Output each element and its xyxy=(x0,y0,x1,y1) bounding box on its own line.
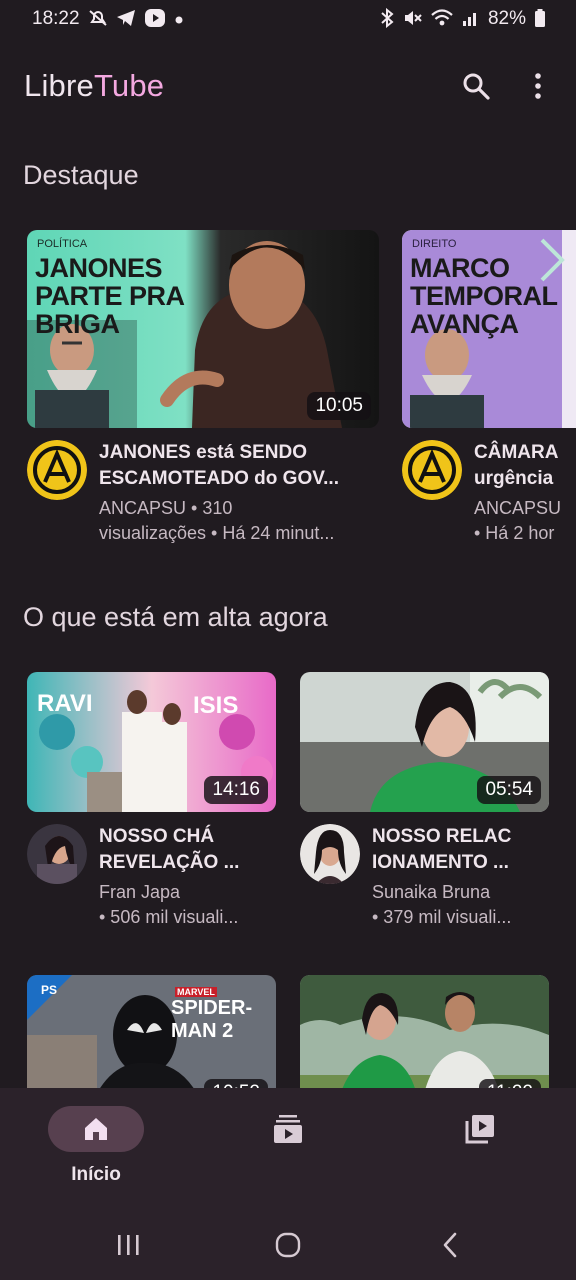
battery-icon xyxy=(534,8,546,31)
video-details: visualizações • Há 24 minut... xyxy=(99,523,335,543)
channel-name: Sunaika Bruna xyxy=(372,882,491,902)
video-duration: 10:52 xyxy=(204,1079,268,1088)
recents-button[interactable] xyxy=(108,1228,148,1262)
more-vert-icon xyxy=(535,73,541,99)
thumbnail-line-3: BRIGA xyxy=(35,309,120,339)
channel-avatar[interactable] xyxy=(27,440,87,500)
telegram-icon xyxy=(116,9,136,30)
thumbnail-line-3: AVANÇA xyxy=(410,309,519,339)
brand-libre: Libre xyxy=(24,68,94,103)
thumbnail-small-label: MARVEL xyxy=(175,987,217,997)
video-title[interactable]: NOSSO CHÁ REVELAÇÃO ... xyxy=(99,824,276,876)
nav-home[interactable]: Início xyxy=(41,1106,151,1196)
video-details: • 506 mil visuali... xyxy=(99,907,239,927)
video-title[interactable]: JANONES está SENDO ESCAMOTEADO do GOV... xyxy=(99,440,369,492)
app-bar: LibreTube xyxy=(0,56,576,116)
app-logo: LibreTube xyxy=(24,68,164,104)
dot-icon xyxy=(174,11,184,28)
playstation-icon: PS xyxy=(41,983,58,997)
vibrate-off-icon xyxy=(402,8,422,31)
back-icon xyxy=(443,1232,457,1258)
channel-name: Fran Japa xyxy=(99,882,181,902)
video-thumbnail[interactable]: DIREITO MARCO TEMPORAL AVANÇA xyxy=(402,230,576,428)
featured-section-title: Destaque xyxy=(23,160,139,190)
channel-name: ANCAPSU • 310 xyxy=(99,498,233,518)
thumbnail-headline: MARCO TEMPORAL AVANÇA xyxy=(410,254,558,338)
battery-percent: 82% xyxy=(487,8,526,29)
mute-icon xyxy=(88,9,108,30)
search-button[interactable] xyxy=(460,70,492,102)
signal-icon xyxy=(462,9,480,30)
nav-library[interactable] xyxy=(425,1106,535,1196)
nav-subscriptions[interactable] xyxy=(233,1106,343,1196)
home-icon xyxy=(85,1118,107,1140)
video-duration: 14:16 xyxy=(204,776,268,804)
video-thumbnail[interactable]: POLÍTICA JANONES PARTE PRA BRIGA 10:05 xyxy=(27,230,379,428)
video-thumbnail[interactable]: 05:54 xyxy=(300,672,549,812)
thumbnail-label-left: RAVI xyxy=(37,690,93,717)
channel-avatar[interactable] xyxy=(300,824,360,884)
nav-home-indicator[interactable] xyxy=(48,1106,144,1152)
video-title[interactable]: CÂMARA urgência xyxy=(474,440,569,492)
more-options-button[interactable] xyxy=(522,70,554,102)
nav-library-indicator[interactable] xyxy=(432,1106,528,1152)
trending-video-card[interactable]: 05:54 NOSSO RELAC IONAMENTO ... Sunaika … xyxy=(300,672,549,930)
wifi-icon xyxy=(430,8,454,31)
status-bar: 18:22 82% xyxy=(0,0,576,38)
bottom-navigation: Início xyxy=(0,1088,576,1212)
home-circle-icon xyxy=(275,1232,301,1258)
nav-subscriptions-indicator[interactable] xyxy=(240,1106,336,1152)
featured-video-card[interactable]: DIREITO MARCO TEMPORAL AVANÇA CÂMARA urg… xyxy=(402,230,576,546)
trending-video-card[interactable]: PS MARVEL SPIDER-MAN 2 10:52 xyxy=(27,975,276,1088)
video-duration: 10:05 xyxy=(307,392,371,420)
bluetooth-icon xyxy=(380,7,394,31)
channel-name: ANCAPSU xyxy=(474,498,562,518)
video-details: • Há 2 hor xyxy=(474,523,555,543)
thumbnail-line-1: MARCO xyxy=(410,253,510,283)
thumbnail-line-2: TEMPORAL xyxy=(410,281,558,311)
search-icon xyxy=(463,73,490,100)
thumbnail-label-right: ISIS xyxy=(193,692,239,719)
thumbnail-tag: POLÍTICA xyxy=(37,238,88,250)
system-home-button[interactable] xyxy=(268,1228,308,1262)
nav-home-label: Início xyxy=(71,1164,121,1185)
video-thumbnail[interactable]: PS MARVEL SPIDER-MAN 2 10:52 xyxy=(27,975,276,1088)
youtube-icon xyxy=(144,8,166,31)
video-thumbnail[interactable]: 11:22 xyxy=(300,975,549,1088)
video-duration: 05:54 xyxy=(477,776,541,804)
thumbnail-tag: DIREITO xyxy=(412,238,457,250)
back-button[interactable] xyxy=(430,1228,470,1262)
trending-section-title: O que está em alta agora xyxy=(23,602,328,632)
featured-video-card[interactable]: POLÍTICA JANONES PARTE PRA BRIGA 10:05 J… xyxy=(27,230,379,546)
thumbnail-headline: SPIDER-MAN 2 xyxy=(171,997,253,1042)
trending-video-card[interactable]: 11:22 xyxy=(300,975,549,1088)
thumbnail-line-1: JANONES xyxy=(35,253,163,283)
video-thumbnail[interactable]: RAVI ISIS 14:16 xyxy=(27,672,276,812)
brand-tube: Tube xyxy=(93,68,165,103)
channel-avatar[interactable] xyxy=(402,440,462,500)
channel-avatar[interactable] xyxy=(27,824,87,884)
recents-icon xyxy=(118,1235,139,1255)
subscriptions-icon xyxy=(274,1115,302,1143)
trending-video-card[interactable]: RAVI ISIS 14:16 NOSSO CHÁ REVELAÇÃO ... … xyxy=(27,672,276,930)
featured-carousel[interactable]: POLÍTICA JANONES PARTE PRA BRIGA 10:05 J… xyxy=(27,230,576,560)
thumbnail-headline: JANONES PARTE PRA BRIGA xyxy=(35,254,185,338)
system-navigation-bar xyxy=(0,1212,576,1280)
video-duration: 11:22 xyxy=(478,1079,541,1088)
clock: 18:22 xyxy=(32,8,80,29)
library-icon xyxy=(465,1115,494,1144)
video-title[interactable]: NOSSO RELAC IONAMENTO ... xyxy=(372,824,549,876)
video-details: • 379 mil visuali... xyxy=(372,907,512,927)
thumbnail-line-2: PARTE PRA xyxy=(35,281,185,311)
